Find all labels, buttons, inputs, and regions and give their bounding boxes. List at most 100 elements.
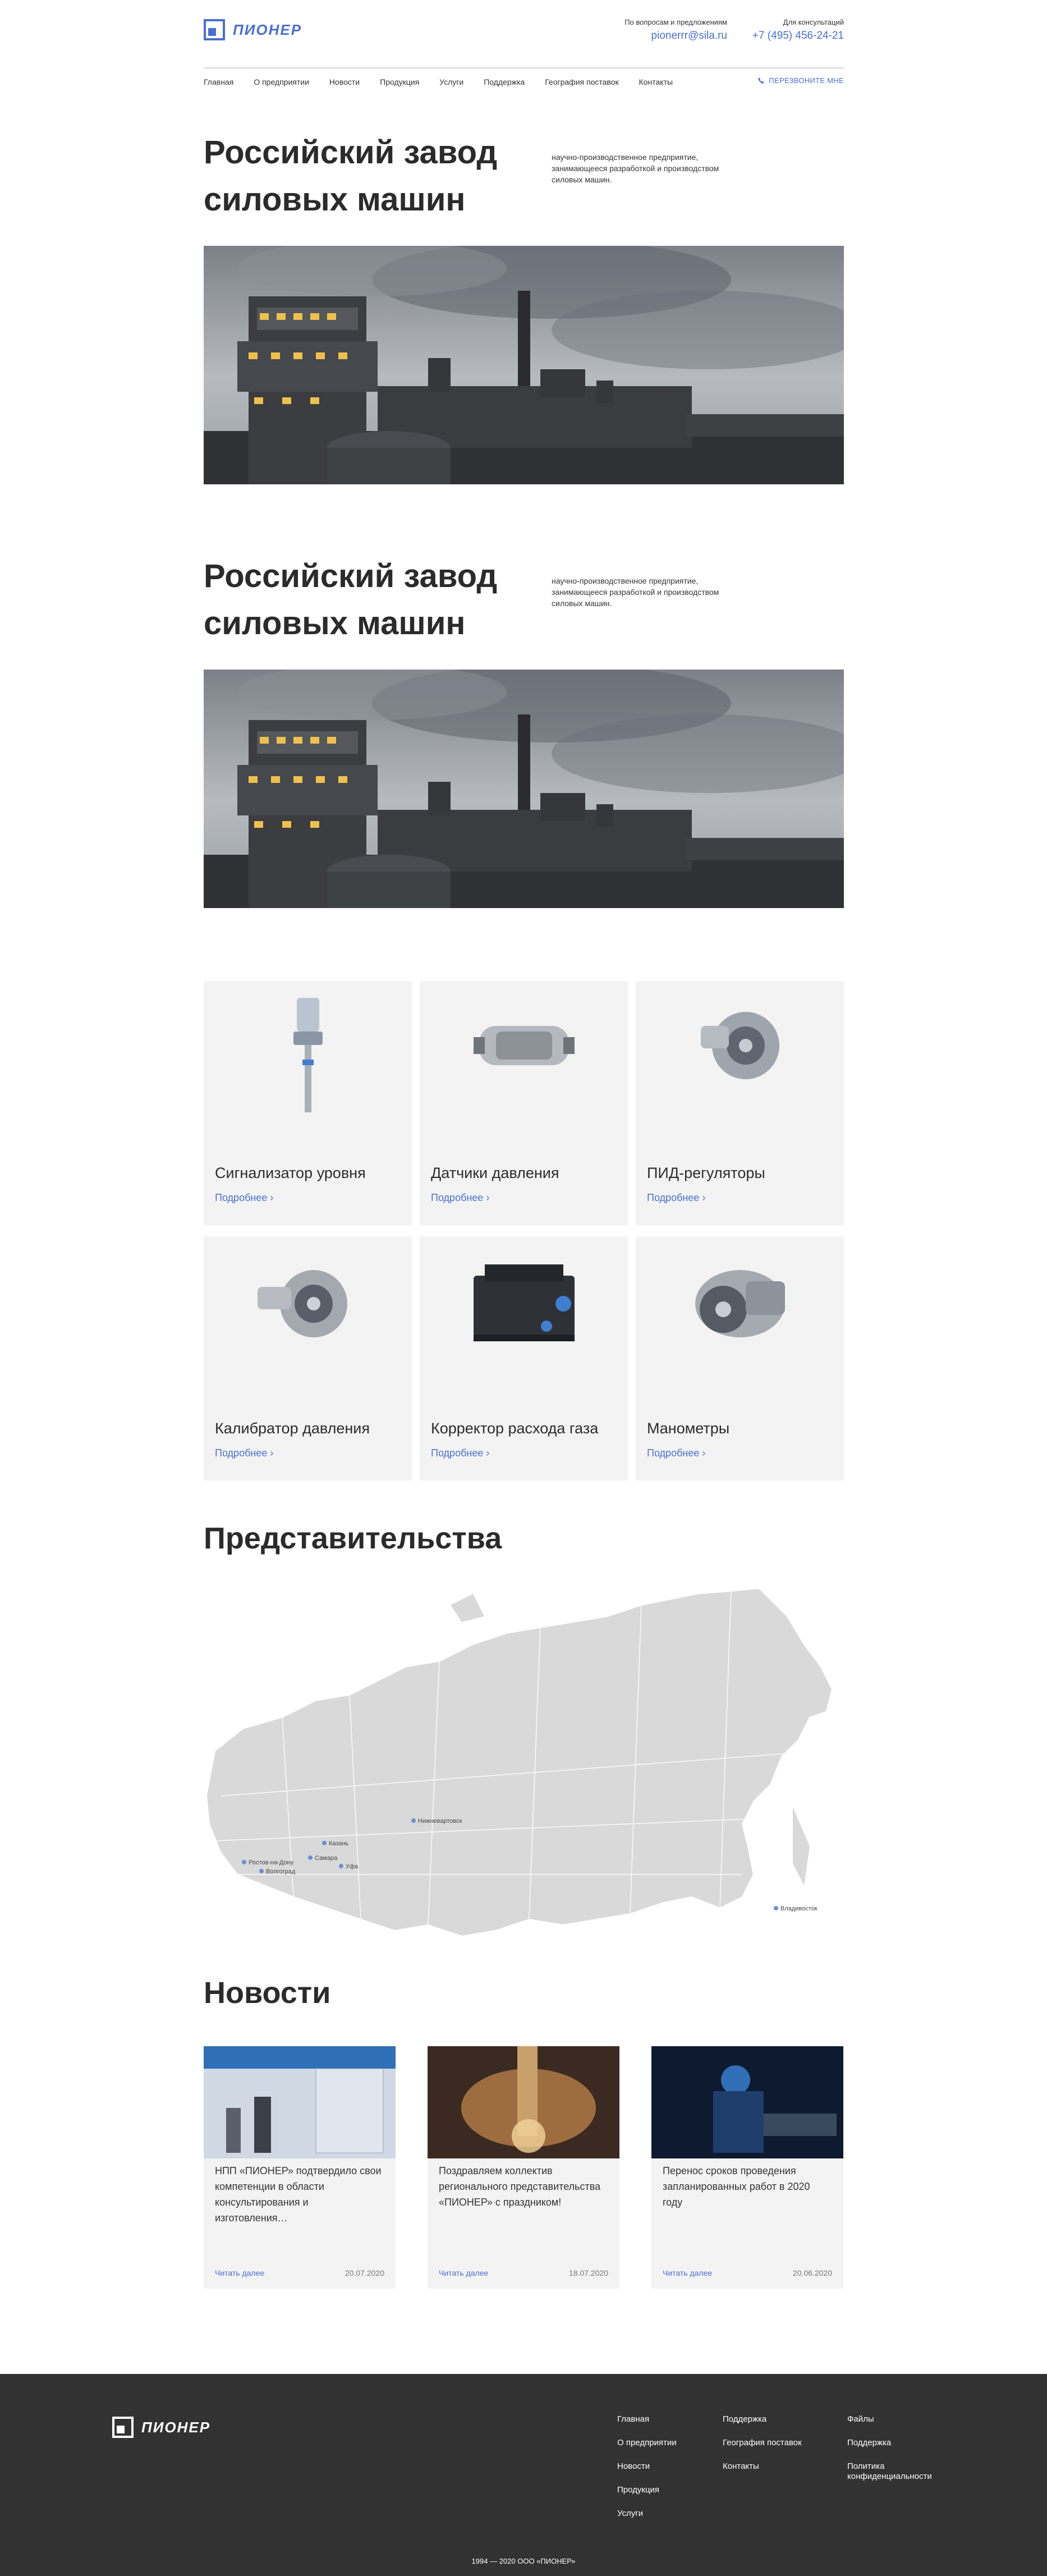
hero-title: Российский завод силовых машин bbox=[204, 129, 540, 223]
product-more-link[interactable]: Подробнее › bbox=[431, 1447, 489, 1459]
news-card[interactable]: Поздравляем коллектив регионального пред… bbox=[428, 2046, 619, 2289]
product-more-link[interactable]: Подробнее › bbox=[647, 1192, 705, 1204]
email-contact: По вопросам и предложениям pionerrr@sila… bbox=[624, 18, 727, 42]
logo-text: ПИОНЕР bbox=[141, 2418, 211, 2436]
footer-link[interactable]: Политика конфиденциальности bbox=[847, 2462, 959, 2482]
product-card[interactable]: ПИД-регуляторы Подробнее › bbox=[636, 981, 844, 1225]
copyright: 1994 — 2020 ООО «ПИОНЕР» bbox=[471, 2557, 576, 2565]
news-date: 18.07.2020 bbox=[568, 2268, 608, 2277]
engine-icon bbox=[420, 1248, 628, 1382]
more-label: Подробнее bbox=[215, 1447, 268, 1459]
factory-illustration bbox=[204, 246, 844, 484]
product-card[interactable]: Калибратор давления Подробнее › bbox=[204, 1236, 412, 1480]
email-link[interactable]: pionerrr@sila.ru bbox=[624, 30, 727, 42]
city-label: Нижневартовск bbox=[418, 1818, 462, 1825]
factory-illustration bbox=[204, 670, 844, 908]
logo-icon bbox=[112, 2417, 134, 2438]
hero-title: Российский завод силовых машин bbox=[204, 553, 540, 647]
news-image bbox=[651, 2046, 843, 2158]
footer-link[interactable]: География поставок bbox=[723, 2438, 802, 2448]
callback-button[interactable]: ПЕРЕЗВОНИТЕ МНЕ bbox=[757, 76, 844, 85]
footer-link[interactable]: Файлы bbox=[847, 2414, 959, 2424]
email-label: По вопросам и предложениям bbox=[624, 18, 727, 26]
main-nav: Главная О предприятии Новости Продукция … bbox=[204, 67, 844, 95]
footer-column-3: Файлы Поддержка Политика конфиденциально… bbox=[847, 2414, 959, 2495]
footer-link[interactable]: Поддержка bbox=[723, 2414, 802, 2424]
more-label: Подробнее bbox=[431, 1192, 484, 1203]
product-more-link[interactable]: Подробнее › bbox=[215, 1447, 273, 1459]
news-card[interactable]: НПП «ПИОНЕР» подтвердило свои компетенци… bbox=[204, 2046, 396, 2289]
product-title: Сигнализатор уровня bbox=[215, 1165, 366, 1181]
turbocharger-icon bbox=[636, 992, 844, 1127]
news-card[interactable]: Перенос сроков проведения запланированны… bbox=[651, 2046, 843, 2289]
nav-item-home[interactable]: Главная bbox=[204, 77, 233, 86]
product-card[interactable]: Датчики давления Подробнее › bbox=[420, 981, 628, 1225]
product-card[interactable]: Манометры Подробнее › bbox=[636, 1236, 844, 1480]
nav-item-news[interactable]: Новости bbox=[329, 77, 360, 86]
russia-map: Нижневартовск Казань Самара Ростов-на-До… bbox=[204, 1583, 844, 1953]
hero-title-line: Российский завод bbox=[204, 558, 498, 594]
hero-description: научно-производственное предприятие, зан… bbox=[552, 576, 719, 608]
news-text: НПП «ПИОНЕР» подтвердило свои компетенци… bbox=[215, 2165, 382, 2224]
nav-item-about[interactable]: О предприятии bbox=[254, 77, 309, 86]
more-label: Подробнее bbox=[647, 1192, 700, 1203]
hero-title-line: Российский завод bbox=[204, 134, 498, 171]
logo-text: ПИОНЕР bbox=[233, 21, 302, 38]
product-card[interactable]: Корректор расхода газа Подробнее › bbox=[420, 1236, 628, 1480]
footer-link[interactable]: Поддержка bbox=[847, 2438, 959, 2448]
news-date: 20.07.2020 bbox=[345, 2268, 384, 2277]
nav-item-services[interactable]: Услуги bbox=[439, 77, 463, 86]
city-label: Ростов-на-Дону bbox=[249, 1859, 294, 1866]
city-label: Владивосток bbox=[780, 1905, 818, 1912]
nav-item-geography[interactable]: География поставок bbox=[545, 77, 618, 86]
logo[interactable]: ПИОНЕР bbox=[204, 19, 302, 40]
product-title: Корректор расхода газа bbox=[431, 1420, 599, 1437]
news-text: Поздравляем коллектив регионального пред… bbox=[439, 2165, 601, 2208]
footer-link[interactable]: О предприятии bbox=[617, 2438, 677, 2448]
read-more-link[interactable]: Читать далее bbox=[439, 2268, 488, 2277]
read-more-link[interactable]: Читать далее bbox=[663, 2268, 712, 2277]
level-sensor-icon bbox=[204, 992, 412, 1127]
city-label: Казань bbox=[329, 1840, 349, 1847]
footer-link[interactable]: Продукция bbox=[617, 2485, 677, 2495]
phone-contact: Для консультаций +7 (495) 456-24-21 bbox=[752, 18, 844, 42]
product-title: Манометры bbox=[647, 1420, 730, 1437]
nav-item-contacts[interactable]: Контакты bbox=[639, 77, 673, 86]
pressure-sensor-icon bbox=[420, 992, 628, 1127]
city-label: Волгоград bbox=[266, 1868, 296, 1875]
factory-image bbox=[204, 670, 844, 908]
city-label: Самара bbox=[315, 1855, 338, 1862]
footer-link[interactable]: Новости bbox=[617, 2462, 677, 2472]
phone-link[interactable]: +7 (495) 456-24-21 bbox=[752, 30, 844, 42]
more-label: Подробнее bbox=[431, 1447, 484, 1459]
header: ПИОНЕР По вопросам и предложениям pioner… bbox=[204, 17, 844, 67]
product-more-link[interactable]: Подробнее › bbox=[215, 1192, 273, 1204]
read-more-link[interactable]: Читать далее bbox=[215, 2268, 264, 2277]
product-title: ПИД-регуляторы bbox=[647, 1165, 765, 1181]
callback-label: ПЕРЕЗВОНИТЕ МНЕ bbox=[769, 76, 844, 85]
footer-link[interactable]: Главная bbox=[617, 2414, 677, 2424]
turbocharger-icon bbox=[204, 1248, 412, 1382]
phone-icon bbox=[758, 77, 764, 84]
hero-title-line: силовых машин bbox=[204, 605, 466, 641]
product-more-link[interactable]: Подробнее › bbox=[647, 1447, 705, 1459]
factory-image bbox=[204, 246, 844, 484]
product-card[interactable]: Сигнализатор уровня Подробнее › bbox=[204, 981, 412, 1225]
more-label: Подробнее bbox=[647, 1447, 700, 1459]
footer-column-1: Главная О предприятии Новости Продукция … bbox=[617, 2414, 677, 2532]
product-title: Датчики давления bbox=[431, 1165, 559, 1181]
footer-link[interactable]: Контакты bbox=[723, 2462, 802, 2472]
nav-item-support[interactable]: Поддержка bbox=[484, 77, 525, 86]
city-label: Уфа bbox=[346, 1863, 359, 1870]
logo-icon bbox=[204, 19, 225, 40]
products-grid: Сигнализатор уровня Подробнее › Датчики … bbox=[204, 981, 844, 1480]
hero-title-line: силовых машин bbox=[204, 181, 466, 218]
news-date: 20.06.2020 bbox=[792, 2268, 832, 2277]
phone-label: Для консультаций bbox=[783, 18, 844, 26]
footer-link[interactable]: Услуги bbox=[617, 2509, 677, 2519]
nav-item-products[interactable]: Продукция bbox=[380, 77, 419, 86]
footer-logo[interactable]: ПИОНЕР bbox=[112, 2417, 210, 2438]
news-image bbox=[428, 2046, 619, 2158]
product-more-link[interactable]: Подробнее › bbox=[431, 1192, 489, 1204]
section-title: Представительства bbox=[204, 1521, 502, 1555]
